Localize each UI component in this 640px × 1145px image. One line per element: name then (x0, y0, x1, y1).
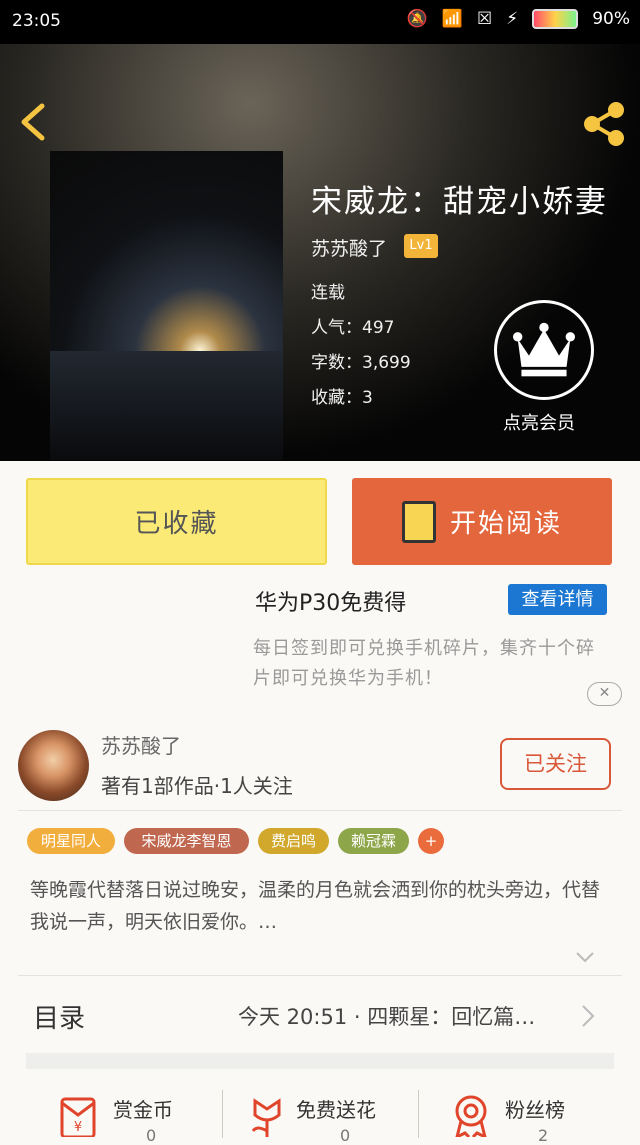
mute-icon: 🔕 (406, 9, 428, 29)
medal-icon (455, 1095, 487, 1137)
battery-percent: 90% (592, 9, 630, 29)
book-header: 宋威龙：甜宠小娇妻 苏苏酸了 Lv1 连载 人气：497 字数：3,699 收藏… (0, 44, 640, 461)
tag-chip[interactable]: 费启鸣 (258, 828, 329, 854)
add-tag-button[interactable]: + (418, 828, 444, 854)
author-level-badge: Lv1 (404, 234, 438, 258)
author-name[interactable]: 苏苏酸了 (101, 730, 181, 759)
chevron-right-icon[interactable] (580, 1003, 596, 1029)
author-stats: 著有1部作品·1人关注 (101, 774, 293, 798)
book-favorites: 收藏：3 (311, 388, 373, 408)
fan-ranking-count: 2 (538, 1126, 549, 1145)
sim-icon: ☒ (477, 9, 493, 29)
send-flower-label: 免费送花 (296, 1098, 376, 1122)
tag-label: 费启鸣 (270, 832, 316, 850)
wifi-icon: 📶 (441, 9, 464, 29)
tag-chip[interactable]: 赖冠霖 (338, 828, 409, 854)
share-icon[interactable] (580, 100, 628, 148)
divider (18, 975, 622, 976)
charging-icon: ⚡ (506, 9, 519, 29)
book-status: 连载 (311, 283, 345, 303)
book-icon (401, 500, 436, 543)
chevron-down-icon[interactable] (575, 950, 595, 964)
collected-label: 已收藏 (134, 509, 219, 539)
tag-label: 赖冠霖 (350, 832, 396, 850)
fan-ranking-label: 粉丝榜 (505, 1098, 565, 1122)
book-popularity: 人气：497 (311, 318, 395, 338)
book-word-count: 字数：3,699 (311, 353, 411, 373)
add-tag-label: + (424, 832, 438, 850)
status-icons: 🔕 📶 ☒ ⚡ 90% (407, 9, 630, 29)
tag-chip[interactable]: 宋威龙李智恩 (124, 828, 249, 854)
send-flower-count: 0 (340, 1126, 351, 1145)
book-author[interactable]: 苏苏酸了 (311, 234, 387, 261)
status-bar: 23:05 🔕 📶 ☒ ⚡ 90% (0, 0, 640, 44)
back-arrow-icon[interactable] (16, 102, 56, 142)
promo-title: 华为P30免费得 (255, 591, 407, 616)
reward-coins-label: 赏金币 (113, 1098, 173, 1122)
start-reading-button[interactable]: 开始阅读 (352, 478, 612, 565)
red-envelope-icon: ¥ (60, 1097, 96, 1137)
vip-label[interactable]: 点亮会员 (503, 409, 575, 435)
book-title: 宋威龙：甜宠小娇妻 (311, 184, 608, 220)
crown-icon (512, 322, 576, 377)
tag-label: 明星同人 (40, 832, 101, 850)
cover-image-detail (50, 351, 283, 460)
toc-label[interactable]: 目录 (33, 998, 85, 1035)
flower-icon (251, 1098, 281, 1137)
follow-button[interactable]: 已关注 (500, 738, 611, 790)
svg-text:¥: ¥ (74, 1120, 82, 1135)
close-icon[interactable]: ✕ (587, 682, 622, 706)
start-reading-label: 开始阅读 (449, 509, 562, 539)
section-separator (26, 1053, 614, 1069)
status-time: 23:05 (12, 11, 61, 31)
book-cover[interactable] (50, 151, 283, 460)
book-description: 等晚霞代替落日说过晚安，温柔的月色就会洒到你的枕头旁边，代替我说一声，明天依旧爱… (30, 879, 601, 933)
avatar[interactable] (18, 730, 89, 801)
latest-chapter[interactable]: 今天 20:51 · 四颗星：回忆篇… (238, 1001, 535, 1031)
promo-details-button[interactable]: 查看详情 (508, 584, 607, 615)
vip-button[interactable] (494, 300, 594, 400)
battery-icon (532, 9, 579, 29)
divider (18, 810, 622, 811)
reward-coins-count: 0 (146, 1126, 157, 1145)
collected-button[interactable]: 已收藏 (26, 478, 327, 565)
promo-description: 每日签到即可兑换手机碎片，集齐十个碎片即可兑换华为手机！ (253, 638, 595, 689)
tag-label: 宋威龙李智恩 (141, 832, 232, 850)
tag-chip[interactable]: 明星同人 (27, 828, 115, 854)
